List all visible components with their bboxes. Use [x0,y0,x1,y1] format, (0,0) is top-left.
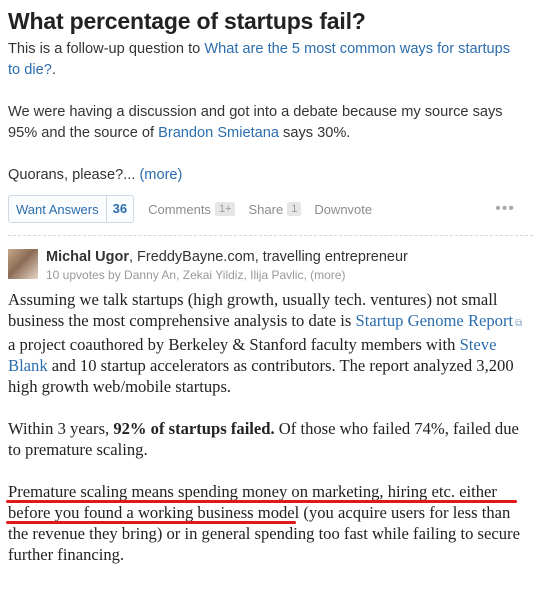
author-name-link[interactable]: Michal Ugor [46,249,129,265]
upvotes-line: 10 upvotes by Danny An, Zekai Yildiz, Il… [46,268,346,282]
startup-genome-report-link[interactable]: Startup Genome Report [356,311,514,330]
comments-button[interactable]: Comments 1+ [148,201,236,217]
question-action-bar: Want Answers 36 Comments 1+ Share 1 Down… [8,195,525,223]
debate-suffix: says 30%. [278,125,351,141]
p2-bold-stat: 92% of startups failed. [113,419,275,438]
followup-prefix: This is a follow-up question to [8,41,205,57]
followup-paragraph: This is a follow-up question to What are… [8,39,525,81]
debate-paragraph: We were having a discussion and got into… [8,102,525,144]
comments-label: Comments [148,201,211,217]
author-line: Michal Ugor, FreddyBayne.com, travelling… [46,249,408,266]
want-answers-count: 36 [105,196,133,222]
answer-paragraph-3: Premature scaling means spending money o… [6,481,525,565]
question-details: This is a follow-up question to What are… [8,39,525,186]
answer-body: Assuming we talk startups (high growth, … [6,289,525,565]
question-more-link[interactable]: (more) [139,167,182,183]
want-answers-button[interactable]: Want Answers 36 [8,195,135,223]
answer-paragraph-1: Assuming we talk startups (high growth, … [8,289,525,397]
share-label: Share [248,201,284,217]
avatar[interactable] [8,249,38,279]
more-options-icon[interactable]: ••• [495,200,515,218]
downvote-label: Downvote [314,201,373,217]
author-bio: , FreddyBayne.com, travelling entreprene… [128,249,408,265]
downvote-button[interactable]: Downvote [314,202,372,217]
answer-paragraph-2: Within 3 years, 92% of startups failed. … [8,418,525,460]
red-underline-2 [6,521,296,524]
comments-count: 1+ [214,202,236,216]
quorans-paragraph: Quorans, please?... (more) [8,165,525,186]
external-link-icon: ⧉ [515,318,523,329]
p1-text-b: a project coauthored by Berkeley & Stanf… [8,335,460,354]
question-title: What percentage of startups fail? [8,8,366,34]
share-button[interactable]: Share 1 [248,201,302,217]
want-answers-label: Want Answers [16,201,99,217]
followup-suffix: . [51,62,56,78]
share-count: 1 [287,202,302,216]
answer-header: Michal Ugor, FreddyBayne.com, travelling… [8,249,525,283]
divider [8,235,533,236]
brandon-smietana-link[interactable]: Brandon Smietana [158,125,279,141]
p1-text-c: and 10 startup accelerators as contribut… [8,356,514,396]
red-underline-1 [6,500,517,503]
p2-text-a: Within 3 years, [8,419,114,438]
quorans-text: Quorans, please?... [8,167,136,183]
